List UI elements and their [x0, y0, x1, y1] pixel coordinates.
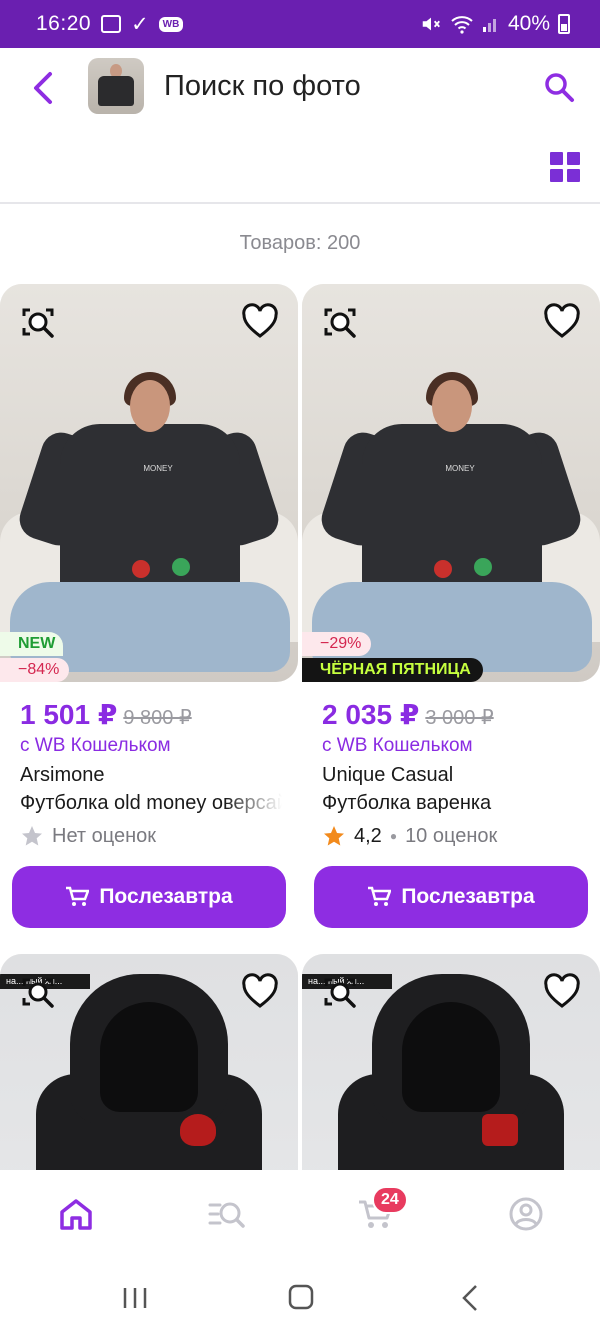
catalog-search-icon[interactable] [206, 1194, 246, 1234]
status-bar: 16:20 ✓ WB 40% [0, 0, 600, 48]
delivery-button[interactable]: Послезавтра [314, 866, 588, 928]
app-header: Поиск по фото [0, 48, 600, 128]
wifi-icon [451, 16, 473, 34]
product-photo[interactable]: MONEY [302, 284, 600, 682]
photo-tshirt [362, 424, 542, 604]
old-price: 3 000 ₽ [425, 707, 494, 729]
header-divider [0, 202, 600, 204]
signal-icon [482, 19, 496, 32]
photo-decline-print [434, 560, 452, 578]
photo-hood-inner [402, 1002, 500, 1112]
old-price: 9 800 ₽ [123, 707, 192, 729]
delivery-button[interactable]: Послезавтра [12, 866, 286, 928]
cart-icon [368, 886, 392, 906]
photo-face [130, 380, 170, 432]
search-photo-thumbnail[interactable] [88, 58, 144, 114]
system-navigation-bar [0, 1262, 600, 1332]
grid-cell [550, 169, 563, 182]
cart-icon [66, 886, 90, 906]
delivery-button-label: Послезавтра [401, 885, 535, 908]
discount-badge: −84% [0, 658, 70, 682]
similar-search-icon[interactable] [320, 972, 360, 1012]
product-card[interactable]: на... ный хл... [302, 954, 600, 1170]
star-empty-icon [22, 826, 42, 846]
grid-cell [550, 152, 563, 165]
price-row: 2 035 ₽ 3 000 ₽ [322, 698, 494, 731]
similar-search-icon[interactable] [18, 302, 58, 342]
rating-value: 4,2 [354, 824, 382, 847]
product-photo[interactable]: MONEY [0, 284, 298, 682]
status-left: 16:20 ✓ WB [36, 12, 184, 37]
favorite-heart-icon[interactable] [542, 302, 582, 342]
grid-cell [567, 169, 580, 182]
system-back-icon[interactable] [456, 1284, 486, 1312]
grid-cell [567, 152, 580, 165]
delivery-button-label: Послезавтра [99, 885, 233, 908]
tshirt-print: MONEY [445, 464, 475, 473]
gallery-notification-icon [101, 15, 122, 33]
favorite-heart-icon[interactable] [542, 972, 582, 1012]
photo-fist-patch [482, 1114, 518, 1146]
product-card[interactable]: на... ный хл... [0, 954, 298, 1170]
status-time: 16:20 [36, 12, 92, 35]
page-title: Поиск по фото [164, 70, 361, 102]
rating: Нет оценок [20, 824, 156, 848]
product-card[interactable]: MONEY NEW −84% 1 501 ₽ 9 800 ₽ с WB Коше… [0, 284, 298, 944]
wallet-note: с WB Кошельком [322, 735, 473, 756]
price-row: 1 501 ₽ 9 800 ₽ [20, 698, 192, 731]
search-icon[interactable] [542, 70, 576, 104]
favorite-heart-icon[interactable] [240, 972, 280, 1012]
product-name: Футболка old money оверсайз [20, 792, 282, 814]
status-right: 40% [420, 12, 570, 36]
photo-accept-print [474, 558, 492, 576]
star-filled-icon [324, 826, 344, 846]
new-badge: NEW [0, 632, 64, 656]
battery-percent: 40% [507, 12, 550, 35]
results-count: Товаров: 200 [239, 232, 361, 254]
profile-icon[interactable] [506, 1194, 546, 1234]
price: 1 501 ₽ [20, 699, 118, 730]
photo-face [432, 380, 472, 432]
product-card[interactable]: MONEY −29% ЧЁРНАЯ ПЯТНИЦА 2 035 ₽ 3 000 … [302, 284, 600, 944]
tshirt-print: MONEY [143, 464, 173, 473]
photo-accept-print [172, 558, 190, 576]
mute-icon [422, 17, 440, 31]
rating-separator: ● [389, 829, 398, 843]
rating: 4,2 ● 10 оценок [322, 824, 497, 848]
similar-search-icon[interactable] [18, 972, 58, 1012]
product-name: Футболка варенка [322, 792, 492, 814]
price: 2 035 ₽ [322, 699, 420, 730]
home-icon[interactable] [56, 1194, 96, 1234]
thumbnail-shirt [98, 76, 134, 106]
grid-view-toggle-icon[interactable] [550, 152, 580, 182]
wallet-note: с WB Кошельком [20, 735, 171, 756]
rating-count: 10 оценок [405, 824, 498, 847]
photo-hood-inner [100, 1002, 198, 1112]
back-arrow-icon[interactable] [28, 68, 60, 108]
discount-badge: −29% [302, 632, 372, 656]
brand-name: Arsimone [20, 764, 105, 786]
bottom-navigation [0, 1170, 600, 1260]
photo-tshirt [60, 424, 240, 604]
similar-search-icon[interactable] [320, 302, 360, 342]
brand-name: Unique Casual [322, 764, 454, 786]
home-button-icon[interactable] [286, 1284, 316, 1312]
battery-icon [558, 14, 570, 34]
rating-text: Нет оценок [52, 824, 157, 847]
black-friday-badge: ЧЁРНАЯ ПЯТНИЦА [302, 658, 483, 682]
recent-apps-icon[interactable] [120, 1284, 150, 1312]
wb-notification-icon: WB [158, 16, 184, 32]
photo-heart-patch [180, 1114, 216, 1146]
photo-decline-print [132, 560, 150, 578]
cart-count-badge: 24 [372, 1186, 408, 1214]
check-notification-icon: ✓ [131, 12, 149, 36]
favorite-heart-icon[interactable] [240, 302, 280, 342]
